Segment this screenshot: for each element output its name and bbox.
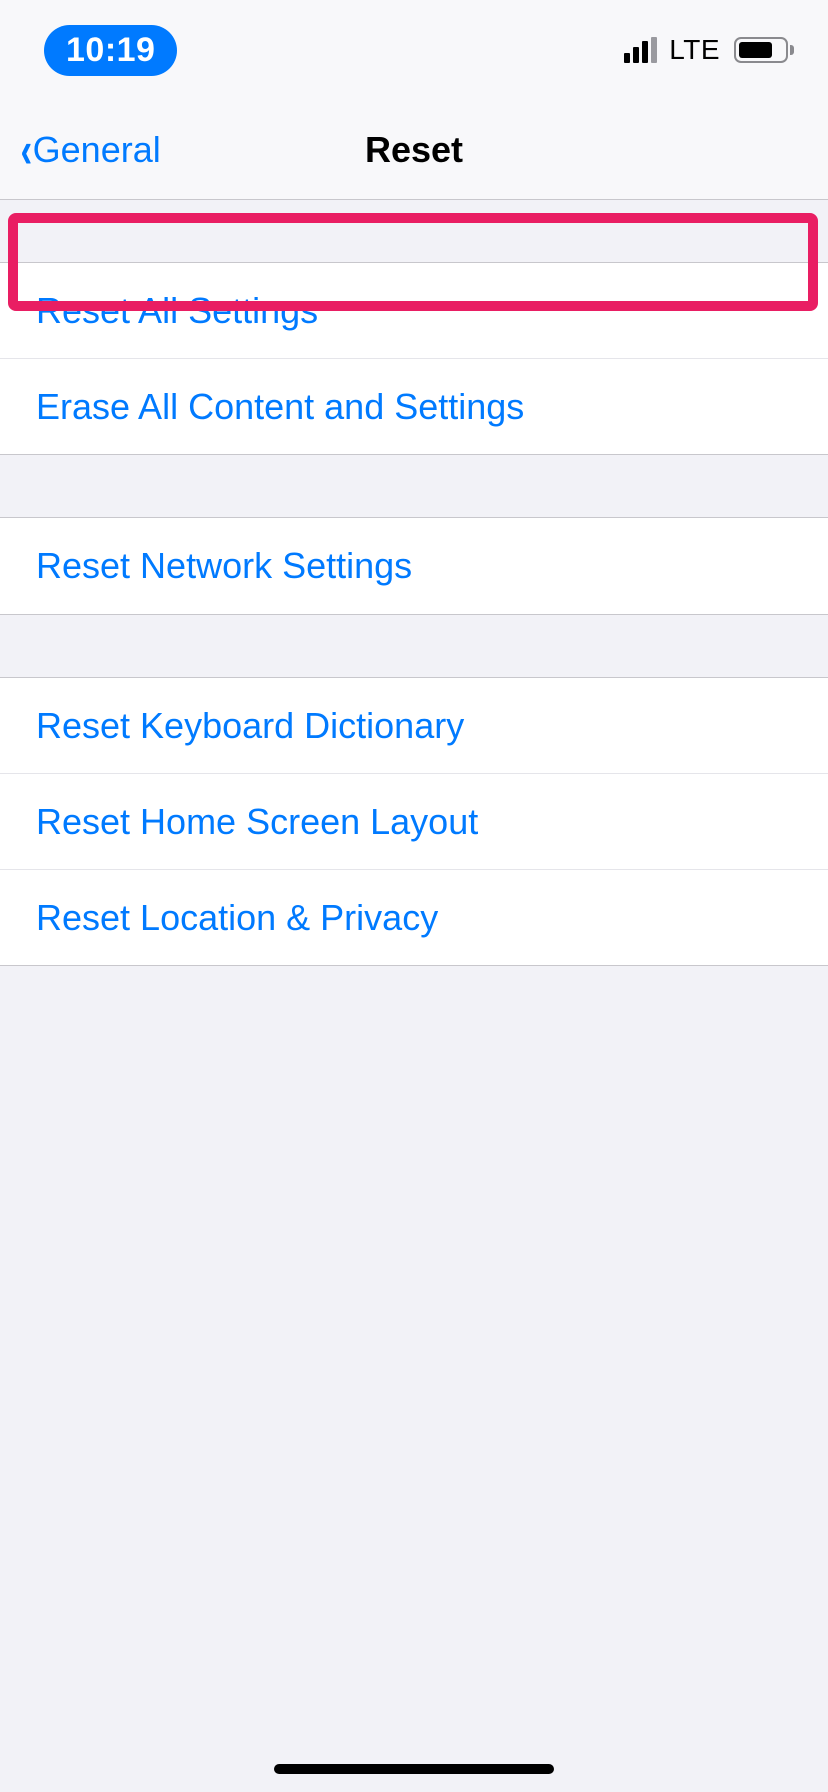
settings-group: Reset All Settings Erase All Content and… <box>0 262 828 455</box>
row-label: Reset Location & Privacy <box>36 897 438 938</box>
cellular-signal-icon <box>624 37 657 63</box>
nav-bar: ‹ General Reset <box>0 100 828 200</box>
content-area: Reset All Settings Erase All Content and… <box>0 200 828 966</box>
row-label: Erase All Content and Settings <box>36 386 524 427</box>
row-label: Reset Network Settings <box>36 545 412 586</box>
home-indicator[interactable] <box>274 1764 554 1774</box>
back-button-label: General <box>33 129 161 171</box>
row-label: Reset All Settings <box>36 290 318 331</box>
status-time-pill[interactable]: 10:19 <box>44 25 177 76</box>
reset-keyboard-dictionary-row[interactable]: Reset Keyboard Dictionary <box>0 678 828 773</box>
erase-all-content-row[interactable]: Erase All Content and Settings <box>0 358 828 454</box>
network-type-label: LTE <box>669 34 720 66</box>
reset-all-settings-row[interactable]: Reset All Settings <box>0 263 828 358</box>
status-time: 10:19 <box>66 31 155 69</box>
battery-icon <box>734 37 794 63</box>
group-spacer <box>0 615 828 677</box>
chevron-left-icon: ‹ <box>20 125 32 175</box>
status-right: LTE <box>624 34 794 66</box>
reset-network-settings-row[interactable]: Reset Network Settings <box>0 518 828 613</box>
group-spacer <box>0 455 828 517</box>
settings-group: Reset Keyboard Dictionary Reset Home Scr… <box>0 677 828 967</box>
settings-group: Reset Network Settings <box>0 517 828 614</box>
row-label: Reset Home Screen Layout <box>36 801 478 842</box>
status-bar: 10:19 LTE <box>0 0 828 100</box>
reset-location-privacy-row[interactable]: Reset Location & Privacy <box>0 869 828 965</box>
back-button[interactable]: ‹ General <box>0 125 161 175</box>
row-label: Reset Keyboard Dictionary <box>36 705 464 746</box>
reset-home-screen-layout-row[interactable]: Reset Home Screen Layout <box>0 773 828 869</box>
page-title: Reset <box>365 129 463 171</box>
group-spacer <box>0 200 828 262</box>
